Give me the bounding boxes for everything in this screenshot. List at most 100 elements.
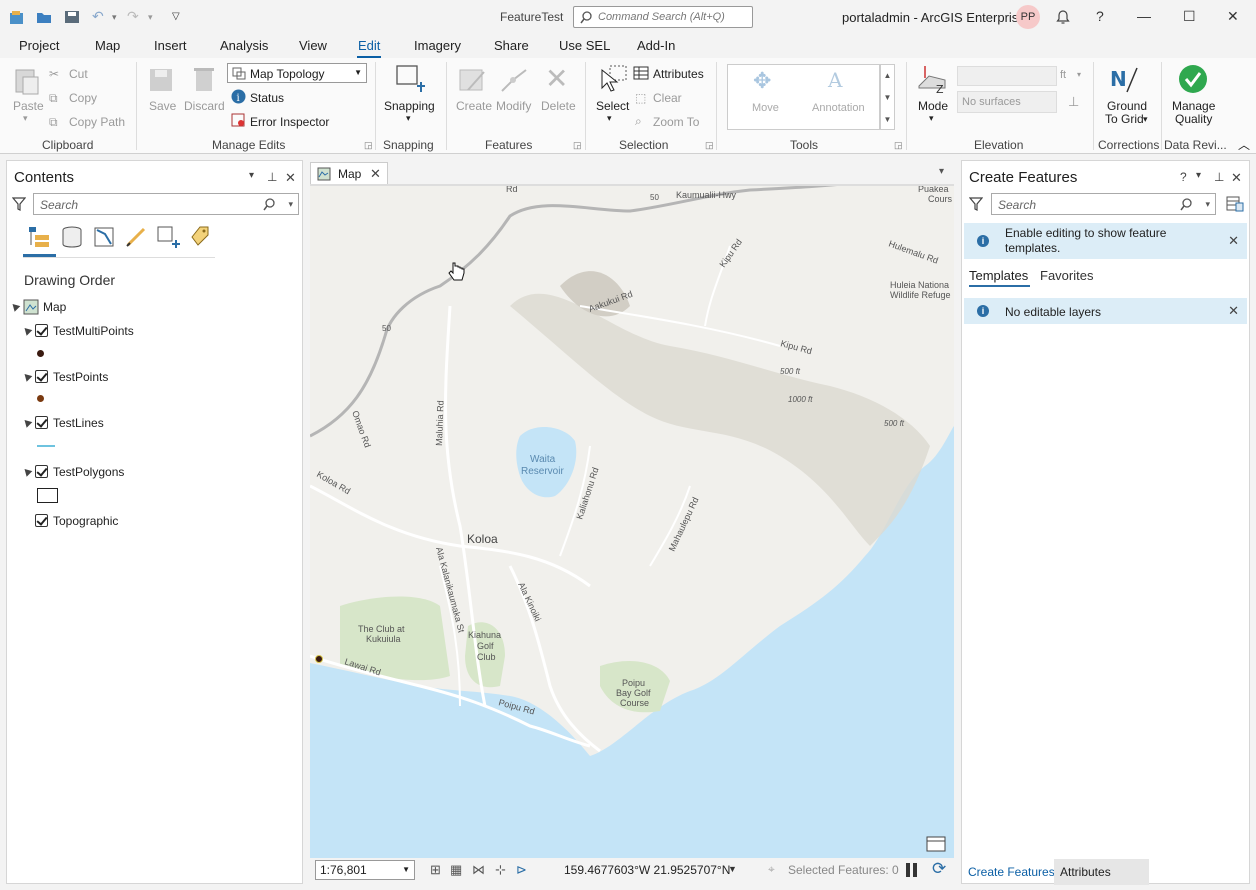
close-window-icon[interactable]: ✕ bbox=[1227, 8, 1239, 25]
coordinate-readout[interactable]: 159.4677603°W 21.9525707°N bbox=[564, 863, 730, 877]
discard-edits-button[interactable]: Discard bbox=[184, 99, 225, 113]
ground-to-grid-button[interactable]: Ground bbox=[1107, 99, 1147, 113]
tab-analysis[interactable]: Analysis bbox=[220, 38, 268, 53]
list-by-data-source-icon[interactable] bbox=[60, 225, 84, 249]
templates-search-input[interactable]: Search ▾ bbox=[991, 193, 1216, 215]
correction-icon[interactable]: ⊳ bbox=[516, 862, 527, 878]
list-by-drawing-order-icon[interactable] bbox=[27, 225, 51, 249]
copy-button[interactable]: Copy bbox=[69, 91, 97, 105]
manage-templates-icon[interactable] bbox=[1226, 195, 1244, 213]
close-tab-icon[interactable]: ✕ bbox=[370, 166, 381, 182]
layer-topographic[interactable]: Topographic bbox=[53, 514, 118, 528]
bottom-tab-create-features[interactable]: Create Features bbox=[968, 865, 1055, 879]
help-icon[interactable]: ? bbox=[1180, 170, 1187, 184]
snapping-toggle-icon[interactable]: ⋈ bbox=[472, 862, 485, 878]
tab-map[interactable]: Map bbox=[95, 38, 120, 53]
portal-account[interactable]: portaladmin - ArcGIS Enterprise bbox=[842, 10, 1026, 25]
manage-quality-button[interactable]: Manage bbox=[1172, 99, 1215, 113]
elevation-unit[interactable]: ft bbox=[1060, 69, 1066, 81]
list-by-labeling-icon[interactable] bbox=[188, 225, 212, 249]
test-point-feature[interactable] bbox=[315, 655, 323, 663]
mode-button[interactable]: Mode bbox=[918, 99, 948, 113]
tab-favorites[interactable]: Favorites bbox=[1040, 268, 1093, 283]
maximize-icon[interactable]: ☐ bbox=[1183, 8, 1196, 25]
pause-drawing-icon[interactable] bbox=[906, 863, 910, 877]
unit-dropdown-icon[interactable]: ▾ bbox=[1077, 70, 1081, 79]
layer-visibility-checkbox[interactable] bbox=[35, 324, 48, 337]
modify-button[interactable]: Modify bbox=[496, 99, 531, 113]
map-node-label[interactable]: Map bbox=[43, 300, 66, 314]
refresh-icon[interactable]: ⟳ bbox=[932, 859, 946, 879]
command-search-input[interactable]: Command Search (Alt+Q) bbox=[573, 6, 753, 28]
list-by-selection-icon[interactable] bbox=[92, 225, 116, 249]
error-inspector-button[interactable]: Error Inspector bbox=[250, 115, 329, 129]
tools-gallery[interactable]: ✥ Move A Annotation bbox=[727, 64, 880, 130]
pin-icon[interactable]: ⊥ bbox=[267, 170, 277, 184]
tab-imagery[interactable]: Imagery bbox=[414, 38, 461, 53]
layer-visibility-checkbox[interactable] bbox=[35, 514, 48, 527]
clear-button[interactable]: Clear bbox=[653, 91, 682, 105]
mode-dropdown-icon[interactable]: ▾ bbox=[929, 113, 934, 124]
dismiss-banner-icon[interactable]: ✕ bbox=[1228, 303, 1239, 319]
pin-icon[interactable]: ⊥ bbox=[1214, 170, 1224, 184]
map-overview-icon[interactable] bbox=[926, 834, 946, 852]
create-button[interactable]: Create bbox=[456, 99, 492, 113]
nav-tool-icon[interactable]: ⊞ bbox=[430, 862, 441, 878]
expand-arrow-icon[interactable] bbox=[21, 417, 33, 428]
redo-dropdown-icon[interactable]: ▾ bbox=[148, 12, 153, 23]
gallery-scroll[interactable]: ▲ ▼ ▼ bbox=[880, 64, 895, 130]
filter-icon[interactable] bbox=[969, 197, 983, 211]
bottom-tab-attributes[interactable]: Attributes bbox=[1060, 865, 1111, 879]
surface-dropdown[interactable]: No surfaces bbox=[957, 91, 1057, 113]
layer-visibility-checkbox[interactable] bbox=[35, 370, 48, 383]
features-launcher-icon[interactable]: ◲ bbox=[573, 140, 582, 151]
grid-icon[interactable]: ▦ bbox=[450, 862, 462, 878]
contents-search-input[interactable]: Search ▾ bbox=[33, 193, 299, 215]
tab-add-in[interactable]: Add-In bbox=[637, 38, 675, 53]
undo-icon[interactable]: ↶ bbox=[92, 8, 104, 25]
tab-share[interactable]: Share bbox=[494, 38, 529, 53]
minimize-icon[interactable]: — bbox=[1137, 8, 1151, 24]
tab-view[interactable]: View bbox=[299, 38, 327, 53]
snapping-button[interactable]: Snapping bbox=[384, 99, 435, 113]
pane-options-icon[interactable]: ▾ bbox=[249, 170, 254, 181]
list-by-snapping-icon[interactable] bbox=[156, 225, 180, 249]
tools-launcher-icon[interactable]: ◲ bbox=[894, 140, 903, 151]
collapse-ribbon-icon[interactable]: ︿ bbox=[1238, 136, 1250, 153]
coordinate-format-dropdown-icon[interactable]: ▼ bbox=[728, 864, 737, 874]
layer-visibility-checkbox[interactable] bbox=[35, 416, 48, 429]
new-project-icon[interactable] bbox=[8, 8, 26, 26]
list-by-editing-icon[interactable] bbox=[124, 225, 148, 249]
status-button[interactable]: Status bbox=[250, 91, 284, 105]
customize-toolbar-icon[interactable]: ▽ bbox=[172, 11, 180, 22]
close-pane-icon[interactable]: ✕ bbox=[285, 170, 296, 186]
pane-options-icon[interactable]: ▾ bbox=[1196, 170, 1201, 181]
manage-edits-launcher-icon[interactable]: ◲ bbox=[364, 140, 373, 151]
constraints-icon[interactable]: ⊹ bbox=[495, 862, 506, 878]
expand-arrow-icon[interactable] bbox=[21, 371, 33, 382]
tab-use-sel[interactable]: Use SEL bbox=[559, 38, 610, 53]
layer-testpoints[interactable]: TestPoints bbox=[53, 370, 108, 384]
zoom-to-button[interactable]: Zoom To bbox=[653, 115, 699, 129]
open-folder-icon[interactable] bbox=[35, 8, 53, 26]
ground-to-grid-dropdown-icon[interactable]: ▾ bbox=[1143, 114, 1148, 125]
layer-testlines[interactable]: TestLines bbox=[53, 416, 104, 430]
filter-icon[interactable] bbox=[12, 197, 26, 211]
annotation-tool[interactable]: Annotation bbox=[812, 102, 865, 114]
search-dropdown-icon[interactable]: ▾ bbox=[1205, 199, 1210, 210]
dismiss-banner-icon[interactable]: ✕ bbox=[1228, 233, 1239, 249]
tab-insert[interactable]: Insert bbox=[154, 38, 187, 53]
move-tool[interactable]: Move bbox=[752, 102, 779, 114]
layer-testmultipoints[interactable]: TestMultiPoints bbox=[53, 324, 134, 338]
expand-arrow-icon[interactable] bbox=[21, 466, 33, 477]
paste-button[interactable]: Paste bbox=[13, 99, 44, 113]
elevation-offset-icon[interactable]: ⊥ bbox=[1068, 94, 1079, 110]
delete-button[interactable]: Delete bbox=[541, 99, 576, 113]
avatar[interactable]: PP bbox=[1016, 5, 1040, 29]
paste-dropdown-icon[interactable]: ▾ bbox=[23, 113, 28, 124]
notifications-bell-icon[interactable] bbox=[1055, 9, 1071, 25]
layer-testpolygons[interactable]: TestPolygons bbox=[53, 465, 124, 479]
search-dropdown-icon[interactable]: ▾ bbox=[288, 199, 293, 210]
snapping-dropdown-icon[interactable]: ▾ bbox=[406, 113, 411, 124]
tab-edit[interactable]: Edit bbox=[358, 38, 380, 53]
